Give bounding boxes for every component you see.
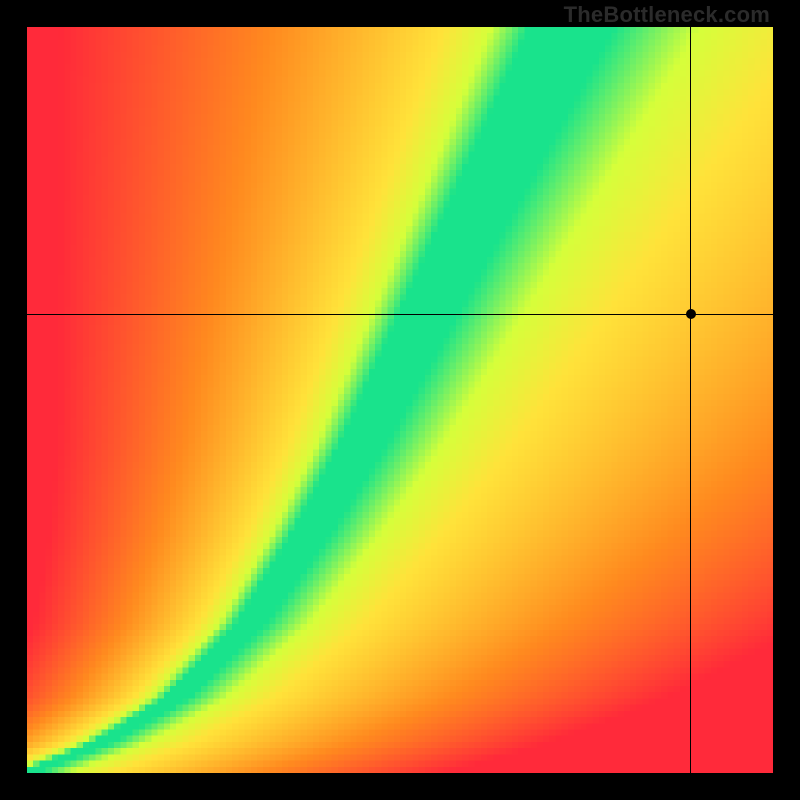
- crosshair-vertical: [690, 27, 691, 773]
- chart-frame: TheBottleneck.com: [0, 0, 800, 800]
- heatmap-canvas: [27, 27, 773, 773]
- crosshair-horizontal: [27, 314, 773, 315]
- marker-dot: [686, 309, 696, 319]
- watermark-text: TheBottleneck.com: [564, 2, 770, 28]
